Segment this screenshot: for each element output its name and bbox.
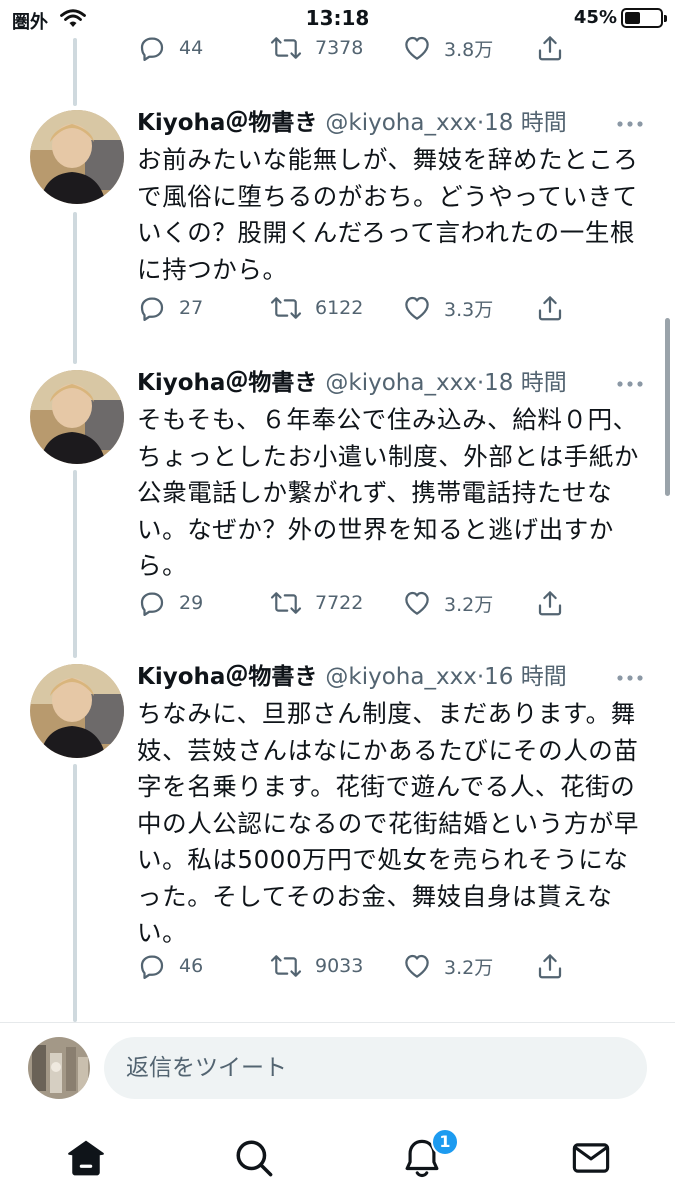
tweet-actions-top: 44 7378 3.8万 xyxy=(137,28,577,68)
retweet-button[interactable]: 7378 xyxy=(269,28,363,68)
retweet-count: 9033 xyxy=(315,955,364,977)
share-icon xyxy=(538,954,562,979)
reply-input[interactable]: 返信をツイート xyxy=(104,1037,647,1099)
author-handle[interactable]: @kiyoha_xxx xyxy=(325,664,476,690)
reply-count: 46 xyxy=(179,955,204,977)
avatar[interactable] xyxy=(30,370,124,464)
reply-icon xyxy=(140,297,164,321)
tweet-time: 16 時間 xyxy=(484,664,567,690)
tweet-text: そもそも、６年奉公で住み込み、給料０円、ちょっとしたお小遣い制度、外部とは手紙か… xyxy=(137,405,639,580)
share-button[interactable] xyxy=(535,946,565,986)
tweet-actions-1: 27 6122 3.3万 xyxy=(137,288,577,328)
tab-search[interactable] xyxy=(230,1134,278,1182)
tweet-actions-2: 29 7722 3.2万 xyxy=(137,583,577,623)
like-count: 3.8万 xyxy=(444,38,494,61)
tweet-actions-3: 46 9033 3.2万 xyxy=(137,946,577,986)
tweet-time: 18 時間 xyxy=(484,110,567,136)
retweet-count: 7722 xyxy=(315,592,364,614)
tweet-time: 18 時間 xyxy=(484,370,567,396)
tab-bar xyxy=(0,1112,675,1200)
tweet-header: Kiyoha＠物書き @kiyoha_xxx·18 時間 xyxy=(137,108,567,138)
like-icon xyxy=(405,36,429,60)
like-button[interactable]: 3.2万 xyxy=(402,946,493,986)
like-button[interactable]: 3.2万 xyxy=(402,583,493,623)
like-button[interactable]: 3.3万 xyxy=(402,288,493,328)
search-icon xyxy=(236,1140,273,1177)
like-count: 3.2万 xyxy=(444,956,494,979)
thread-line-top xyxy=(73,38,77,106)
reply-composer: 返信をツイート xyxy=(0,1022,675,1112)
like-icon xyxy=(405,591,429,615)
tweet-header: Kiyoha＠物書き @kiyoha_xxx·16 時間 xyxy=(137,662,567,692)
share-button[interactable] xyxy=(535,288,565,328)
like-icon xyxy=(405,296,429,320)
author-handle[interactable]: @kiyoha_xxx xyxy=(325,370,476,396)
share-button[interactable] xyxy=(535,28,565,68)
retweet-button[interactable]: 7722 xyxy=(269,583,363,623)
battery-percent: 45% xyxy=(573,7,617,28)
avatar[interactable] xyxy=(30,664,124,758)
more-icon[interactable] xyxy=(615,374,645,394)
tab-messages[interactable] xyxy=(567,1134,615,1182)
retweet-icon xyxy=(270,37,302,59)
more-icon[interactable] xyxy=(615,114,645,134)
battery-icon xyxy=(621,8,667,28)
more-icon[interactable] xyxy=(615,668,645,688)
author-name[interactable]: Kiyoha＠物書き xyxy=(137,370,317,396)
retweet-icon xyxy=(270,297,302,319)
reply-button[interactable]: 46 xyxy=(137,946,203,986)
my-avatar[interactable] xyxy=(28,1037,90,1099)
like-count: 3.2万 xyxy=(444,593,494,616)
reply-button[interactable]: 44 xyxy=(137,28,203,68)
reply-icon xyxy=(140,37,164,61)
share-button[interactable] xyxy=(535,583,565,623)
reply-count: 27 xyxy=(179,297,204,319)
retweet-button[interactable]: 9033 xyxy=(269,946,363,986)
tweet-text: ちなみに、旦那さん制度、まだあります。舞妓、芸妓さんはなにかあるたびにその人の苗… xyxy=(137,699,639,947)
like-button[interactable]: 3.8万 xyxy=(402,28,493,68)
reply-count: 29 xyxy=(179,592,204,614)
tweet-header: Kiyoha＠物書き @kiyoha_xxx·18 時間 xyxy=(137,368,567,398)
author-handle[interactable]: @kiyoha_xxx xyxy=(325,110,476,136)
reply-button[interactable]: 27 xyxy=(137,288,203,328)
retweet-icon xyxy=(270,955,302,977)
share-icon xyxy=(538,36,562,61)
retweet-count: 6122 xyxy=(315,297,364,319)
tweet-text: お前みたいな能無しが、舞妓を辞めたところで風俗に堕ちるのがおち。どうやっていきて… xyxy=(137,145,639,284)
author-name[interactable]: Kiyoha＠物書き xyxy=(137,110,317,136)
tweet-3[interactable]: Kiyoha＠物書き @kiyoha_xxx·16 時間 ちなみに、旦那さん制度、… xyxy=(0,662,675,992)
like-icon xyxy=(405,954,429,978)
notification-badge: 1 xyxy=(431,1128,459,1156)
retweet-button[interactable]: 6122 xyxy=(269,288,363,328)
scrollbar[interactable] xyxy=(665,318,670,496)
retweet-icon xyxy=(270,592,302,614)
share-icon xyxy=(538,591,562,616)
reply-icon xyxy=(140,955,164,979)
home-icon xyxy=(68,1140,104,1176)
reply-button[interactable]: 29 xyxy=(137,583,203,623)
avatar[interactable] xyxy=(30,110,124,204)
like-count: 3.3万 xyxy=(444,298,494,321)
share-icon xyxy=(538,296,562,321)
tab-home[interactable] xyxy=(62,1134,110,1182)
messages-icon xyxy=(572,1143,610,1173)
retweet-count: 7378 xyxy=(315,37,364,59)
reply-icon xyxy=(140,592,164,616)
author-name[interactable]: Kiyoha＠物書き xyxy=(137,664,317,690)
reply-count: 44 xyxy=(179,37,204,59)
